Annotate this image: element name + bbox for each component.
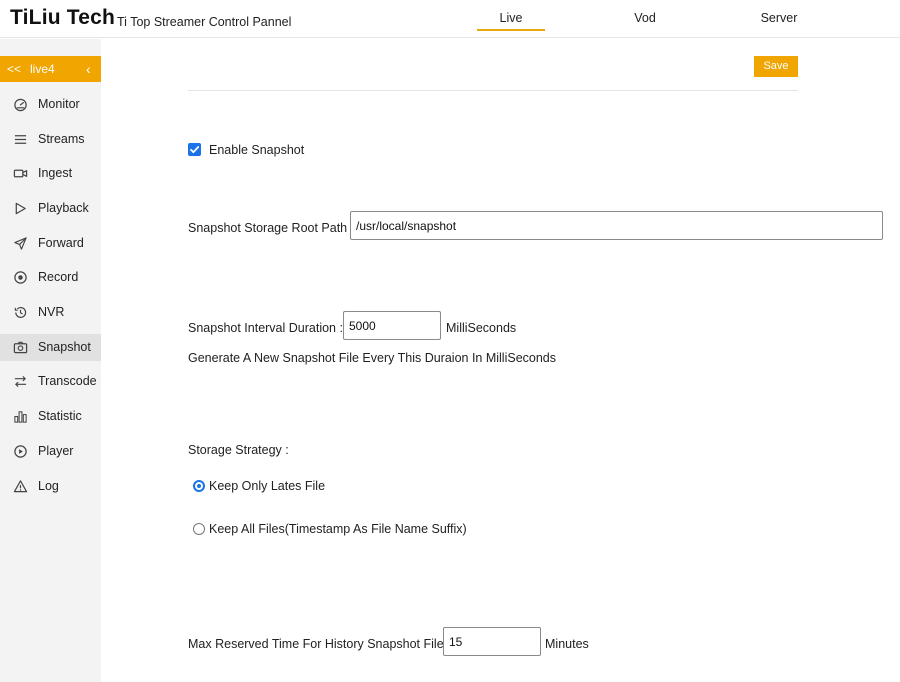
sidebar-item-label: Ingest (38, 166, 73, 180)
sidebar-item-label: Forward (38, 236, 84, 250)
tab-vod[interactable]: Vod (611, 11, 679, 30)
sidebar-item-record[interactable]: Record (0, 264, 101, 291)
sidebar-item-label: Transcode (38, 374, 97, 388)
sidebar-item-label: Monitor (38, 97, 80, 111)
tab-server[interactable]: Server (745, 11, 813, 30)
max-reserved-label: Max Reserved Time For History Snapshot F… (188, 637, 451, 651)
record-icon (13, 270, 28, 285)
play-circle-icon (13, 444, 28, 459)
divider (188, 90, 798, 91)
max-reserved-unit: Minutes (545, 637, 589, 651)
monitor-icon (13, 97, 28, 112)
back-label: << (7, 62, 22, 76)
sidebar-item-forward[interactable]: Forward (0, 230, 101, 257)
camera-icon (13, 340, 28, 355)
interval-hint: Generate A New Snapshot File Every This … (188, 351, 557, 365)
radio-keep-latest[interactable] (193, 480, 205, 492)
sidebar-item-label: NVR (38, 305, 65, 319)
save-button[interactable]: Save (754, 56, 798, 77)
video-camera-icon (13, 166, 28, 181)
sidebar-item-nvr[interactable]: NVR (0, 299, 101, 326)
enable-snapshot-label: Enable Snapshot (209, 143, 305, 157)
root-path-label: Snapshot Storage Root Path : (188, 221, 355, 235)
sidebar-item-log[interactable]: Log (0, 473, 101, 500)
swap-icon (13, 374, 28, 389)
stream-name: live4 (30, 62, 55, 76)
interval-unit: MilliSeconds (446, 321, 517, 335)
chevron-left-icon[interactable]: ‹ (86, 56, 91, 82)
interval-label: Snapshot Interval Duration : (188, 321, 343, 335)
sidebar-item-label: Statistic (38, 409, 82, 423)
list-icon (13, 132, 28, 147)
max-reserved-input[interactable] (443, 627, 541, 656)
app-subtitle: Ti Top Streamer Control Pannel (117, 15, 292, 29)
sidebar-item-playback[interactable]: Playback (0, 195, 101, 222)
bar-chart-icon (13, 409, 28, 424)
stream-back-button[interactable]: << live4 ‹ (0, 56, 101, 82)
sidebar-item-transcode[interactable]: Transcode (0, 368, 101, 395)
brand-logo: TiLiu Tech (10, 6, 116, 29)
root-path-input[interactable] (350, 211, 883, 240)
sidebar-item-snapshot[interactable]: Snapshot (0, 334, 101, 361)
sidebar-item-streams[interactable]: Streams (0, 126, 101, 153)
sidebar: << live4 ‹ Monitor Streams Ingest Playba… (0, 39, 101, 682)
sidebar-item-player[interactable]: Player (0, 438, 101, 465)
sidebar-item-label: Snapshot (38, 340, 91, 354)
radio-keep-all-label: Keep All Files(Timestamp As File Name Su… (209, 522, 467, 536)
send-icon (13, 236, 28, 251)
top-header: TiLiu Tech Ti Top Streamer Control Panne… (0, 0, 900, 38)
sidebar-item-ingest[interactable]: Ingest (0, 160, 101, 187)
storage-strategy-label: Storage Strategy : (188, 443, 289, 457)
sidebar-item-label: Record (38, 270, 79, 284)
interval-input[interactable] (343, 311, 441, 340)
sidebar-item-label: Streams (38, 132, 85, 146)
play-outline-icon (13, 201, 28, 216)
radio-keep-all[interactable] (193, 523, 205, 535)
sidebar-item-label: Log (38, 479, 59, 493)
tab-live[interactable]: Live (477, 11, 545, 31)
sidebar-item-monitor[interactable]: Monitor (0, 91, 101, 118)
sidebar-item-statistic[interactable]: Statistic (0, 403, 101, 430)
sidebar-item-label: Playback (38, 201, 89, 215)
radio-keep-latest-label: Keep Only Lates File (209, 479, 326, 493)
enable-snapshot-checkbox[interactable] (188, 143, 201, 156)
history-icon (13, 305, 28, 320)
sidebar-item-label: Player (38, 444, 74, 458)
warning-icon (13, 479, 28, 494)
